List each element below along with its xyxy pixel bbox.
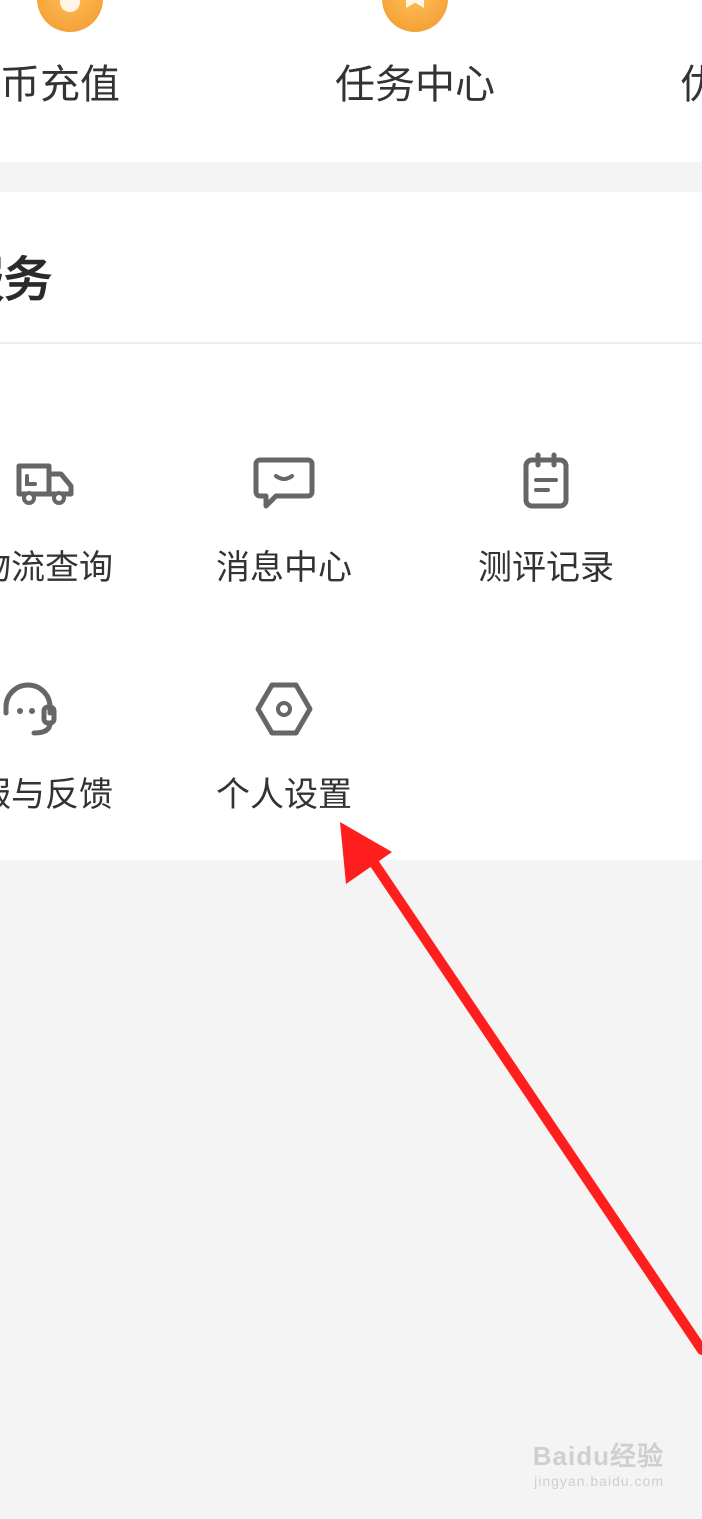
logistics-query-button[interactable]: 物流查询: [0, 450, 155, 600]
watermark-logo: Baidu经验: [532, 1441, 664, 1471]
services-card: 服务 物流查询 消息中心: [0, 192, 702, 860]
quick-actions-bar: 学币充值 任务中心 优: [0, 0, 702, 162]
message-center-button[interactable]: 消息中心: [174, 450, 394, 600]
bookmark-icon: [382, 0, 448, 32]
truck-icon: [16, 463, 74, 505]
section-gap: [0, 162, 702, 192]
coin-icon: [37, 0, 103, 32]
clipboard-icon: [523, 452, 569, 509]
headset-icon: [3, 682, 57, 736]
baidu-jingyan-watermark: Baidu经验 jingyan.baidu.com: [533, 1436, 664, 1489]
personal-settings-label: 个人设置: [216, 775, 352, 815]
recharge-coins-label: 学币充值: [0, 62, 120, 108]
support-feedback-label: 客服与反馈: [0, 775, 113, 815]
watermark-url: jingyan.baidu.com: [534, 1473, 664, 1489]
app-page: 学币充值 任务中心 优 服务 物流查询: [0, 0, 702, 1519]
support-feedback-button[interactable]: 客服与反馈: [0, 677, 138, 827]
personal-settings-button[interactable]: 个人设置: [174, 677, 394, 827]
task-center-button[interactable]: 任务中心: [305, 0, 525, 162]
task-center-label: 任务中心: [335, 62, 495, 108]
message-center-label: 消息中心: [216, 548, 352, 588]
settings-hex-icon: [255, 682, 313, 736]
evaluation-records-label: 测评记录: [478, 548, 614, 588]
recharge-coins-button[interactable]: 学币充值: [0, 0, 180, 162]
evaluation-records-button[interactable]: 测评记录: [436, 450, 656, 600]
divider: [0, 342, 702, 344]
message-icon: [253, 457, 315, 509]
logistics-query-label: 物流查询: [0, 548, 113, 588]
coupon-button[interactable]: 优: [680, 0, 702, 162]
coupon-label: 优: [680, 62, 702, 108]
services-title: 服务: [0, 252, 53, 308]
